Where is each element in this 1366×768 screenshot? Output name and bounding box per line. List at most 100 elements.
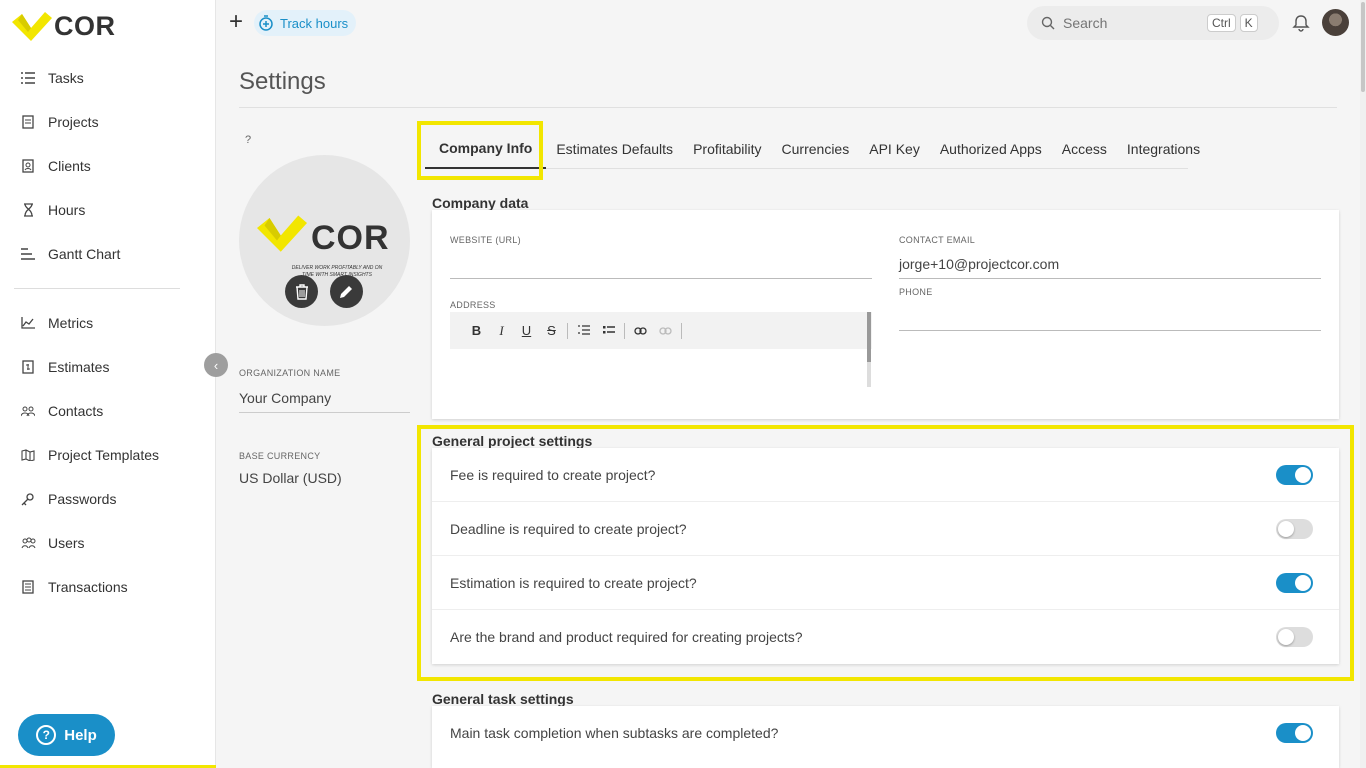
contact-email-field[interactable]: jorge+10@projectcor.com	[899, 256, 1059, 272]
sidebar-item-users[interactable]: Users	[0, 521, 216, 565]
search-bar[interactable]: Ctrl K	[1027, 6, 1279, 40]
contact-email-label: CONTACT EMAIL	[899, 235, 976, 245]
setting-row-brand-product-required: Are the brand and product required for c…	[432, 610, 1339, 664]
tab-integrations[interactable]: Integrations	[1117, 129, 1210, 169]
sidebar-item-label: Estimates	[48, 359, 110, 375]
search-input[interactable]	[1063, 15, 1203, 31]
main-task-completion-toggle[interactable]	[1276, 723, 1313, 743]
logo-preview-text: COR	[311, 219, 390, 257]
track-hours-button[interactable]: Track hours	[254, 10, 357, 36]
transactions-icon	[20, 579, 36, 595]
phone-underline	[899, 330, 1321, 331]
setting-label: Are the brand and product required for c…	[450, 629, 803, 645]
clients-icon	[20, 158, 36, 174]
hourglass-icon	[20, 202, 36, 218]
setting-label: Estimation is required to create project…	[450, 574, 697, 591]
help-button[interactable]: ? Help	[18, 714, 115, 756]
setting-row-fee-required: Fee is required to create project?	[432, 448, 1339, 502]
tab-authorized-apps[interactable]: Authorized Apps	[930, 129, 1052, 169]
unlink-icon	[659, 327, 672, 335]
tab-currencies[interactable]: Currencies	[772, 129, 860, 169]
link-icon	[634, 327, 647, 335]
tab-api-key[interactable]: API Key	[859, 129, 930, 169]
chevron-left-icon: ‹	[213, 357, 219, 373]
sidebar-item-transactions[interactable]: Transactions	[0, 565, 216, 609]
address-editor-toolbar: B I U S	[450, 312, 872, 349]
setting-label: Fee is required to create project?	[450, 466, 656, 483]
editor-scroll-thumb[interactable]	[867, 312, 871, 362]
ordered-list-button[interactable]	[571, 323, 596, 338]
setting-row-estimation-required: Estimation is required to create project…	[432, 556, 1339, 610]
sidebar-item-project-templates[interactable]: Project Templates	[0, 433, 216, 477]
sidebar-item-passwords[interactable]: Passwords	[0, 477, 216, 521]
brand-product-required-toggle[interactable]	[1276, 627, 1313, 647]
avatar[interactable]	[1322, 9, 1349, 36]
base-currency-value[interactable]: US Dollar (USD)	[239, 470, 342, 486]
sidebar-item-clients[interactable]: Clients	[0, 144, 216, 188]
company-data-card: WEBSITE (URL) CONTACT EMAIL jorge+10@pro…	[432, 210, 1339, 419]
sidebar-item-tasks[interactable]: Tasks	[0, 56, 216, 100]
toolbar-separator	[567, 322, 568, 339]
scrollbar-thumb[interactable]	[1361, 2, 1365, 92]
key-icon	[20, 491, 36, 507]
deadline-required-toggle[interactable]	[1276, 518, 1313, 539]
toggle-knob	[1295, 466, 1311, 483]
general-task-settings-title: General task settings	[432, 691, 574, 707]
logo-mark-icon	[257, 215, 307, 252]
sidebar-item-label: Gantt Chart	[48, 246, 121, 262]
setting-row-main-task-completion: Main task completion when subtasks are c…	[432, 706, 1339, 760]
help-hint[interactable]: ?	[245, 134, 251, 146]
tab-company-info[interactable]: Company Info	[425, 129, 547, 169]
edit-logo-button[interactable]	[330, 275, 363, 308]
org-name-value[interactable]: Your Company	[239, 390, 331, 406]
logo-text: COR	[54, 10, 116, 41]
link-button[interactable]	[628, 323, 653, 338]
general-project-settings-title: General project settings	[432, 433, 593, 449]
bold-button[interactable]: B	[464, 323, 489, 338]
sidebar-item-label: Projects	[48, 114, 99, 130]
toggle-knob	[1295, 725, 1311, 741]
italic-button[interactable]: I	[489, 323, 514, 339]
pencil-icon	[340, 286, 352, 298]
delete-logo-button[interactable]	[285, 275, 318, 308]
collapse-sidebar-button[interactable]: ‹	[204, 353, 228, 377]
gantt-icon	[20, 246, 36, 262]
sidebar: COR Tasks Projects Clients Hours Gantt C…	[0, 0, 216, 768]
address-editor-scrollbar[interactable]	[867, 312, 871, 387]
title-divider	[239, 107, 1337, 108]
sidebar-item-label: Contacts	[48, 403, 104, 419]
sidebar-item-projects[interactable]: Projects	[0, 100, 216, 144]
website-label: WEBSITE (URL)	[450, 235, 521, 245]
help-icon: ?	[36, 725, 57, 745]
unlink-button[interactable]	[653, 323, 678, 338]
tab-access[interactable]: Access	[1052, 129, 1117, 169]
org-name-label: ORGANIZATION NAME	[239, 368, 341, 378]
sidebar-item-contacts[interactable]: Contacts	[0, 389, 216, 433]
sidebar-item-hours[interactable]: Hours	[0, 188, 216, 232]
sidebar-divider	[14, 288, 180, 289]
setting-row-deadline-required: Deadline is required to create project?	[432, 502, 1339, 556]
strikethrough-button[interactable]: S	[539, 323, 564, 338]
company-logo-preview: COR DELIVER WORK PROFITABLY AND ON TIME …	[239, 155, 410, 326]
underline-button[interactable]: U	[514, 323, 539, 338]
tab-profitability[interactable]: Profitability	[683, 129, 771, 169]
notifications-button[interactable]	[1292, 14, 1310, 37]
bullet-list-button[interactable]	[596, 323, 621, 338]
sidebar-item-gantt-chart[interactable]: Gantt Chart	[0, 232, 216, 276]
contacts-icon	[20, 403, 36, 419]
sidebar-item-label: Tasks	[48, 70, 84, 86]
setting-label: Deadline is required to create project?	[450, 520, 687, 537]
page-scrollbar[interactable]	[1360, 0, 1366, 768]
fee-required-toggle[interactable]	[1276, 464, 1313, 485]
settings-tabs: Company Info Estimates Defaults Profitab…	[425, 129, 1200, 169]
add-button[interactable]: +	[229, 10, 243, 34]
tab-estimates-defaults[interactable]: Estimates Defaults	[546, 129, 683, 169]
sidebar-item-estimates[interactable]: Estimates	[0, 345, 216, 389]
toggle-knob	[1295, 574, 1311, 591]
company-data-title: Company data	[432, 195, 529, 211]
help-label: Help	[64, 726, 97, 744]
sidebar-item-metrics[interactable]: Metrics	[0, 301, 216, 345]
estimation-required-toggle[interactable]	[1276, 572, 1313, 593]
cor-logo[interactable]: COR	[12, 10, 116, 42]
trash-icon	[295, 283, 308, 300]
